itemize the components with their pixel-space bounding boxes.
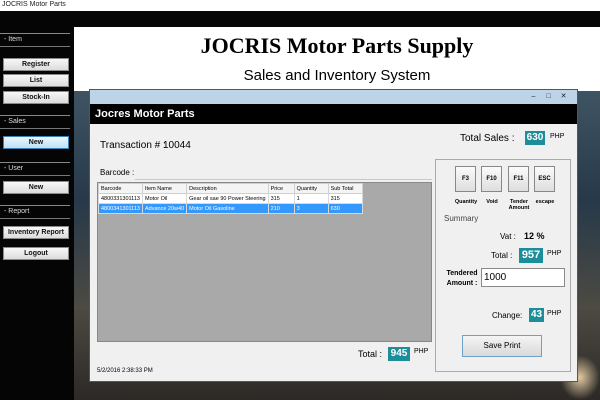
section-title: Item	[8, 36, 22, 43]
f10-caption: Void	[486, 199, 498, 205]
total-sales-label: Total Sales :	[460, 133, 515, 144]
cell-price: 210	[267, 203, 295, 214]
window-titlebar: JOCRIS Motor Parts	[0, 0, 600, 11]
change-currency: PHP	[547, 310, 562, 317]
new-user-button[interactable]: New	[3, 181, 69, 194]
dialog-title: Jocres Motor Parts	[95, 108, 195, 120]
col-subtotal[interactable]: Sub Total	[327, 183, 363, 194]
table-row[interactable]: 4800331301113 Motor Oil Gear oil sae 90 …	[98, 193, 363, 204]
grand-total-currency: PHP	[414, 348, 429, 355]
f11-key-button[interactable]: F11	[508, 166, 529, 192]
f3-key-button[interactable]: F3	[455, 166, 476, 192]
app-subtitle: Sales and Inventory System	[243, 67, 431, 84]
grand-total-value: 945	[388, 347, 410, 361]
table-header-row: Barcode Item Name Description Price Quan…	[98, 183, 363, 194]
maximize-icon[interactable]: □	[542, 92, 555, 102]
cell-quantity: 3	[293, 203, 329, 214]
col-quantity[interactable]: Quantity	[293, 183, 329, 194]
change-label: Change:	[492, 311, 523, 320]
cell-description: Gear oil sae 90 Power Steering	[186, 193, 269, 204]
col-description[interactable]: Description	[186, 183, 269, 194]
sidebar-section-user: - User	[0, 162, 70, 176]
dialog-header: Jocres Motor Parts	[90, 104, 577, 124]
logout-button[interactable]: Logout	[3, 247, 69, 260]
change-value: 43	[529, 308, 544, 322]
summary-label: Summary	[444, 214, 479, 223]
col-item-name[interactable]: Item Name	[141, 183, 188, 194]
esc-caption: escape	[535, 199, 555, 205]
cell-subtotal: 630	[327, 203, 363, 214]
esc-key-button[interactable]: ESC	[534, 166, 555, 192]
total-sales-currency: PHP	[550, 133, 565, 140]
vat-label: Vat :	[500, 232, 516, 241]
cell-item-name: Motor Oil	[141, 193, 188, 204]
total-sales-value: 630	[525, 131, 545, 145]
app-title: JOCRIS Motor Parts Supply	[200, 33, 474, 58]
f3-caption: Quantity	[454, 199, 478, 205]
summary-total-currency: PHP	[547, 250, 562, 257]
section-title: User	[8, 165, 24, 172]
table-row-selected[interactable]: 4800341301113 Advance 20w40 Motor Oil Ga…	[98, 203, 363, 214]
barcode-input[interactable]	[135, 166, 432, 180]
minimize-icon[interactable]: –	[527, 92, 540, 102]
cell-quantity: 1	[293, 193, 329, 204]
dialog-caption-bar[interactable]: – □ ✕	[90, 90, 577, 104]
tendered-amount-label: Tendered Amount :	[446, 270, 478, 287]
timestamp: 5/2/2016 2:38:33 PM	[97, 368, 153, 374]
close-icon[interactable]: ✕	[557, 92, 570, 102]
summary-total-label: Total :	[491, 251, 513, 260]
section-title: Sales	[8, 118, 26, 125]
top-band	[0, 11, 600, 27]
sidebar-section-report: - Report	[0, 205, 70, 219]
list-button[interactable]: List	[3, 74, 69, 87]
cell-barcode: 4800331301113	[98, 193, 143, 204]
app-header: JOCRIS Motor Parts Supply Sales and Inve…	[74, 27, 600, 91]
cell-item-name: Advance 20w40	[141, 203, 188, 214]
inventory-report-button[interactable]: Inventory Report	[3, 226, 69, 239]
cell-price: 315	[267, 193, 295, 204]
summary-total-value: 957	[519, 248, 543, 263]
col-price[interactable]: Price	[267, 183, 295, 194]
sidebar: - Item Register List Stock-In - Sales Ne…	[0, 27, 74, 400]
tendered-amount-input[interactable]: 1000	[481, 268, 565, 287]
vat-value: 12 %	[524, 231, 545, 241]
f10-key-button[interactable]: F10	[481, 166, 502, 192]
sidebar-section-sales: - Sales	[0, 115, 70, 129]
grand-total-label: Total :	[358, 349, 383, 359]
items-table[interactable]: Barcode Item Name Description Price Quan…	[97, 182, 432, 342]
barcode-label: Barcode :	[100, 168, 135, 177]
transaction-label: Transaction # :	[100, 140, 166, 151]
window-title: JOCRIS Motor Parts	[2, 1, 66, 8]
cell-description: Motor Oil Gasoline	[186, 203, 269, 214]
save-print-button[interactable]: Save Print	[462, 335, 542, 357]
stock-in-button[interactable]: Stock-In	[3, 91, 69, 104]
transaction-number: 10044	[163, 140, 191, 151]
section-title: Report	[8, 208, 30, 215]
cell-barcode: 4800341301113	[98, 203, 143, 214]
f11-caption: Tender Amount	[508, 199, 530, 211]
col-barcode[interactable]: Barcode	[98, 183, 143, 194]
new-sale-button[interactable]: New	[3, 136, 69, 149]
sidebar-section-item: - Item	[0, 33, 70, 47]
register-button[interactable]: Register	[3, 58, 69, 71]
cell-subtotal: 315	[327, 193, 363, 204]
